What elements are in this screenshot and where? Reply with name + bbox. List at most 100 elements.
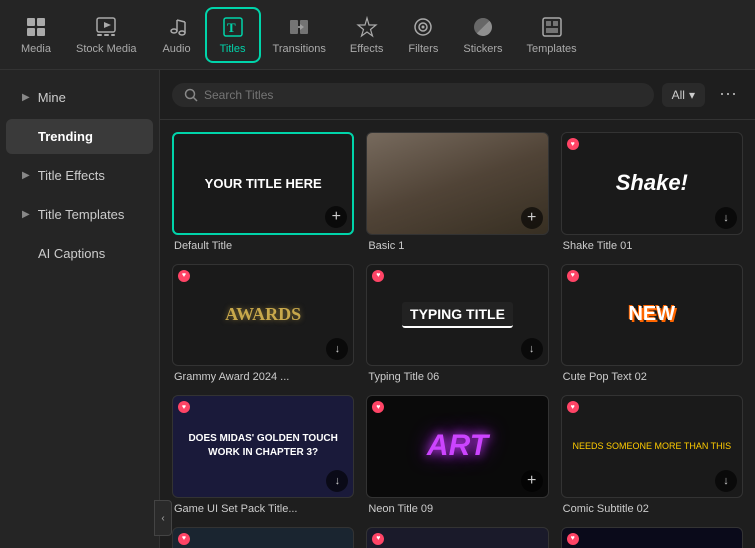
thumbnail-default-title: YOUR TITLE HERE +: [172, 132, 354, 235]
thumb-text: Shake!: [616, 170, 688, 196]
list-item[interactable]: Ink Pack ↓ DIY Ink Pack Lowerthir...: [561, 527, 743, 548]
item-label: Game UI Set Pack Title...: [172, 503, 354, 515]
templates-icon: [540, 15, 564, 39]
add-button[interactable]: +: [325, 206, 347, 228]
premium-badge: [567, 533, 579, 545]
premium-badge: [178, 270, 190, 282]
thumbnail-neon: ART +: [366, 395, 548, 498]
item-label: Default Title: [172, 240, 354, 252]
thumbnail-basic1: +: [366, 132, 548, 235]
list-item[interactable]: YOUR TITLE HERE + Default Title: [172, 132, 354, 252]
stickers-icon: [471, 15, 495, 39]
list-item[interactable]: NEEDS SOMEONE MORE THAN THIS ↓ Comic Sub…: [561, 395, 743, 515]
premium-badge: [372, 533, 384, 545]
list-item[interactable]: GOOD MORNING ↓ Simple Media Pack Lo...: [172, 527, 354, 548]
sidebar-item-trending[interactable]: Trending: [6, 119, 153, 154]
nav-label-audio: Audio: [162, 43, 190, 55]
nav-label-templates: Templates: [526, 43, 576, 55]
download-button[interactable]: ↓: [326, 338, 348, 360]
add-button[interactable]: +: [521, 470, 543, 492]
nav-item-media[interactable]: Media: [8, 9, 64, 61]
list-item[interactable]: ART + Neon Title 09: [366, 395, 548, 515]
titles-icon: T: [221, 15, 245, 39]
thumbnail-grammy: AWARDS ↓: [172, 264, 354, 367]
item-label: Basic 1: [366, 240, 548, 252]
item-label: Neon Title 09: [366, 503, 548, 515]
nav-item-effects[interactable]: Effects: [338, 9, 395, 61]
sidebar-collapse-button[interactable]: ‹: [154, 500, 172, 536]
sidebar: ▶ Mine Trending ▶ Title Effects ▶ Title …: [0, 70, 160, 548]
download-button[interactable]: ↓: [715, 470, 737, 492]
filters-icon: [411, 15, 435, 39]
item-label: Comic Subtitle 02: [561, 503, 743, 515]
more-options-button[interactable]: ⋯: [713, 80, 743, 109]
list-item[interactable]: TYPING TITLE ↓ Typing Title 06: [366, 264, 548, 384]
download-button[interactable]: ↓: [326, 470, 348, 492]
filter-label: All: [672, 88, 685, 102]
audio-icon: [165, 15, 189, 39]
list-item[interactable]: Shake! ↓ Shake Title 01: [561, 132, 743, 252]
thumbnail-simplemedia: GOOD MORNING ↓: [172, 527, 354, 548]
nav-item-titles[interactable]: T Titles: [205, 7, 261, 63]
top-navigation: Media Stock Media Audio: [0, 0, 755, 70]
thumbnail-gameui: DOES MIDAS' GOLDEN TOUCH WORK IN CHAPTER…: [172, 395, 354, 498]
search-bar: All ▾ ⋯: [160, 70, 755, 120]
add-button[interactable]: +: [521, 207, 543, 229]
sidebar-item-title-effects[interactable]: ▶ Title Effects: [6, 158, 153, 193]
thumb-text: ART: [427, 429, 488, 463]
premium-badge: [567, 138, 579, 150]
nav-item-stock-media[interactable]: Stock Media: [64, 9, 149, 61]
nav-label-effects: Effects: [350, 43, 383, 55]
list-item[interactable]: AWARDS ↓ Grammy Award 2024 ...: [172, 264, 354, 384]
content-area: All ▾ ⋯ YOUR TITLE HERE + Default Title …: [160, 70, 755, 548]
chevron-title-effects-icon: ▶: [22, 170, 30, 181]
thumbnail-typing: TYPING TITLE ↓: [366, 264, 548, 367]
download-button[interactable]: ↓: [521, 338, 543, 360]
thumbnail-comic: NEEDS SOMEONE MORE THAN THIS ↓: [561, 395, 743, 498]
thumbnail-modernclean: YOUR TEXT HERE ↓: [366, 527, 548, 548]
sidebar-item-mine[interactable]: ▶ Mine: [6, 80, 153, 115]
transitions-icon: [287, 15, 311, 39]
stock-media-icon: [94, 15, 118, 39]
nav-item-templates[interactable]: Templates: [514, 9, 588, 61]
thumb-text: TYPING TITLE: [402, 302, 513, 328]
nav-label-titles: Titles: [220, 43, 246, 55]
list-item[interactable]: + Basic 1: [366, 132, 548, 252]
nav-item-audio[interactable]: Audio: [149, 9, 205, 61]
sidebar-label-title-effects: Title Effects: [38, 168, 105, 183]
search-icon: [184, 88, 198, 102]
sidebar-label-ai-captions: AI Captions: [22, 246, 105, 261]
filter-chevron-icon: ▾: [689, 88, 695, 102]
nav-item-stickers[interactable]: Stickers: [451, 9, 514, 61]
thumb-text: AWARDS: [225, 304, 301, 325]
svg-text:T: T: [227, 20, 236, 35]
effects-icon: [355, 15, 379, 39]
sidebar-label-trending: Trending: [22, 129, 93, 144]
thumbnail-cutepop: NEW: [561, 264, 743, 367]
main-content: ▶ Mine Trending ▶ Title Effects ▶ Title …: [0, 70, 755, 548]
list-item[interactable]: DOES MIDAS' GOLDEN TOUCH WORK IN CHAPTER…: [172, 395, 354, 515]
list-item[interactable]: NEW Cute Pop Text 02: [561, 264, 743, 384]
titles-grid: YOUR TITLE HERE + Default Title + Basic …: [160, 120, 755, 548]
nav-label-filters: Filters: [408, 43, 438, 55]
premium-badge: [567, 401, 579, 413]
nav-item-transitions[interactable]: Transitions: [261, 9, 338, 61]
thumb-text: NEW: [628, 303, 675, 326]
premium-badge: [372, 401, 384, 413]
list-item[interactable]: YOUR TEXT HERE ↓ Modern Clean Lower ...: [366, 527, 548, 548]
chevron-title-templates-icon: ▶: [22, 209, 30, 220]
sidebar-label-mine: Mine: [38, 90, 66, 105]
sidebar-item-title-templates[interactable]: ▶ Title Templates: [6, 197, 153, 232]
premium-badge: [567, 270, 579, 282]
nav-label-transitions: Transitions: [273, 43, 326, 55]
item-label: Shake Title 01: [561, 240, 743, 252]
filter-button[interactable]: All ▾: [662, 83, 705, 107]
thumb-text: NEEDS SOMEONE MORE THAN THIS: [568, 437, 735, 455]
download-button[interactable]: ↓: [715, 207, 737, 229]
item-label: Grammy Award 2024 ...: [172, 371, 354, 383]
sidebar-label-title-templates: Title Templates: [38, 207, 125, 222]
search-input[interactable]: [204, 88, 642, 102]
nav-item-filters[interactable]: Filters: [395, 9, 451, 61]
item-label: Typing Title 06: [366, 371, 548, 383]
sidebar-item-ai-captions[interactable]: AI Captions: [6, 236, 153, 271]
